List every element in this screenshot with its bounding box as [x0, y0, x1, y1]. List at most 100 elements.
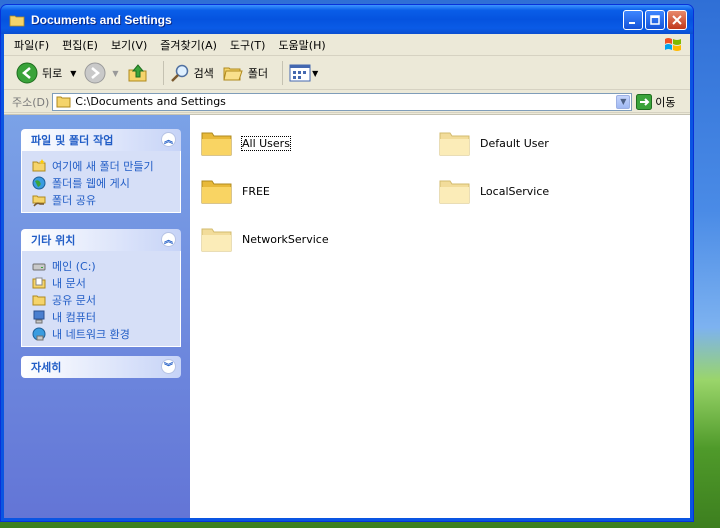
other-places-body: 메인 (C:) 내 문서 공유 문서 내 컴퓨터 내 네트워크 환경: [21, 251, 181, 347]
task-pane: 파일 및 폴더 작업 ︽ 여기에 새 폴더 만들기 폴더를 웹에 게시 폴더 공…: [4, 115, 190, 518]
place-my-computer[interactable]: 내 컴퓨터: [32, 308, 180, 325]
minimize-icon: [629, 22, 635, 24]
up-folder-button[interactable]: [127, 61, 149, 85]
shared-documents-icon: [32, 295, 46, 305]
address-bar: 주소(D) C:\Documents and Settings ▼ 이동: [4, 91, 690, 113]
publish-web-icon: [32, 176, 46, 189]
file-tasks-panel: 파일 및 폴더 작업 ︽ 여기에 새 폴더 만들기 폴더를 웹에 게시 폴더 공…: [21, 129, 181, 213]
back-dropdown-icon[interactable]: ▼: [70, 69, 76, 78]
go-arrow-icon: [636, 93, 653, 110]
file-tasks-body: 여기에 새 폴더 만들기 폴더를 웹에 게시 폴더 공유: [21, 151, 181, 213]
menu-bar: 파일(F) 편집(E) 보기(V) 즐겨찾기(A) 도구(T) 도움말(H): [4, 34, 690, 56]
task-label: 폴더를 웹에 게시: [52, 176, 130, 190]
menu-favorites[interactable]: 즐겨찾기(A): [160, 37, 217, 53]
place-network[interactable]: 내 네트워크 환경: [32, 325, 180, 342]
network-places-icon: [32, 327, 46, 340]
place-label: 공유 문서: [52, 293, 96, 307]
expand-icon[interactable]: ︾: [161, 359, 176, 374]
forward-dropdown-icon[interactable]: ▼: [112, 69, 118, 78]
explorer-window: Documents and Settings 파일(F) 편집(E) 보기(V)…: [0, 4, 694, 522]
forward-button[interactable]: ▼: [84, 61, 119, 85]
title-bar[interactable]: Documents and Settings: [1, 5, 693, 34]
menu-file[interactable]: 파일(F): [14, 37, 49, 53]
window-title: Documents and Settings: [31, 12, 172, 27]
place-drive-c[interactable]: 메인 (C:): [32, 257, 180, 274]
folder-icon: [439, 132, 470, 156]
place-shared-documents[interactable]: 공유 문서: [32, 291, 180, 308]
go-button[interactable]: 이동: [636, 93, 676, 110]
views-dropdown-icon[interactable]: ▼: [312, 69, 318, 78]
go-label: 이동: [655, 95, 676, 109]
folder-name: All Users: [241, 135, 291, 151]
menu-edit[interactable]: 편집(E): [62, 37, 98, 53]
folders-button[interactable]: 폴더: [222, 61, 268, 85]
address-value: C:\Documents and Settings: [75, 95, 226, 108]
details-header[interactable]: 자세히 ︾: [21, 356, 181, 378]
forward-arrow-icon: [84, 62, 106, 84]
new-folder-icon: [32, 158, 46, 171]
folders-icon: [223, 67, 243, 81]
folder-icon: [56, 96, 71, 108]
toolbar-separator: [282, 61, 284, 85]
views-icon: [289, 64, 311, 82]
collapse-icon[interactable]: ︽: [161, 232, 176, 247]
folder-name: FREE: [242, 184, 270, 198]
address-input[interactable]: C:\Documents and Settings ▼: [52, 92, 633, 111]
task-publish-web[interactable]: 폴더를 웹에 게시: [32, 174, 180, 191]
up-folder-icon: [128, 64, 147, 82]
search-icon: [170, 64, 188, 82]
place-label: 내 네트워크 환경: [52, 327, 130, 341]
minimize-button[interactable]: [623, 10, 643, 30]
search-label: 검색: [193, 67, 214, 80]
main-pane: 파일 및 폴더 작업 ︽ 여기에 새 폴더 만들기 폴더를 웹에 게시 폴더 공…: [4, 114, 690, 518]
maximize-button[interactable]: [645, 10, 665, 30]
folder-icon: [439, 180, 470, 204]
task-label: 여기에 새 폴더 만들기: [52, 159, 154, 173]
details-panel: 자세히 ︾: [21, 356, 181, 378]
place-label: 내 컴퓨터: [52, 310, 96, 324]
folder-item[interactable]: Default User: [438, 127, 549, 159]
my-computer-icon: [33, 310, 45, 323]
menu-help[interactable]: 도움말(H): [278, 37, 325, 53]
menu-view[interactable]: 보기(V): [111, 37, 147, 53]
folder-item[interactable]: FREE: [200, 175, 270, 207]
folder-name: LocalService: [480, 184, 550, 198]
task-new-folder[interactable]: 여기에 새 폴더 만들기: [32, 157, 180, 174]
chevron-down-icon: ▼: [620, 97, 627, 106]
folders-label: 폴더: [247, 67, 269, 80]
close-icon: [672, 15, 682, 25]
place-label: 내 문서: [52, 276, 86, 290]
window-body: 파일(F) 편집(E) 보기(V) 즐겨찾기(A) 도구(T) 도움말(H) 뒤…: [4, 34, 690, 518]
address-dropdown-button[interactable]: ▼: [616, 94, 631, 109]
toolbar-separator: [162, 61, 164, 85]
folder-item[interactable]: NetworkService: [200, 223, 329, 255]
other-places-header[interactable]: 기타 위치 ︽: [21, 229, 181, 251]
folder-icon: [201, 132, 232, 156]
my-documents-icon: [32, 277, 46, 288]
windows-logo-icon: [665, 38, 681, 51]
drive-icon: [32, 263, 46, 270]
back-label: 뒤로: [42, 67, 63, 80]
close-button[interactable]: [667, 10, 687, 30]
task-label: 폴더 공유: [52, 193, 96, 207]
folder-item[interactable]: All Users: [200, 127, 291, 159]
back-arrow-icon: [16, 62, 38, 84]
folder-icon: [201, 180, 232, 204]
task-share-folder[interactable]: 폴더 공유: [32, 191, 180, 208]
menu-tools[interactable]: 도구(T): [230, 37, 266, 53]
file-list: All Users Default User FREE LocalService…: [190, 115, 690, 518]
search-button[interactable]: 검색: [170, 61, 214, 85]
place-label: 메인 (C:): [52, 259, 96, 273]
collapse-icon[interactable]: ︽: [161, 132, 176, 147]
views-button[interactable]: ▼: [289, 61, 318, 85]
folder-item[interactable]: LocalService: [438, 175, 549, 207]
folder-icon: [9, 15, 25, 26]
place-my-documents[interactable]: 내 문서: [32, 274, 180, 291]
other-places-panel: 기타 위치 ︽ 메인 (C:) 내 문서 공유 문서 내 컴퓨터 내 네트워크 …: [21, 229, 181, 347]
panel-title: 자세히: [31, 361, 62, 374]
file-tasks-header[interactable]: 파일 및 폴더 작업 ︽: [21, 129, 181, 151]
panel-title: 기타 위치: [31, 234, 76, 247]
panel-title: 파일 및 폴더 작업: [31, 134, 114, 147]
share-folder-icon: [32, 195, 46, 206]
back-button[interactable]: 뒤로 ▼: [16, 61, 76, 85]
